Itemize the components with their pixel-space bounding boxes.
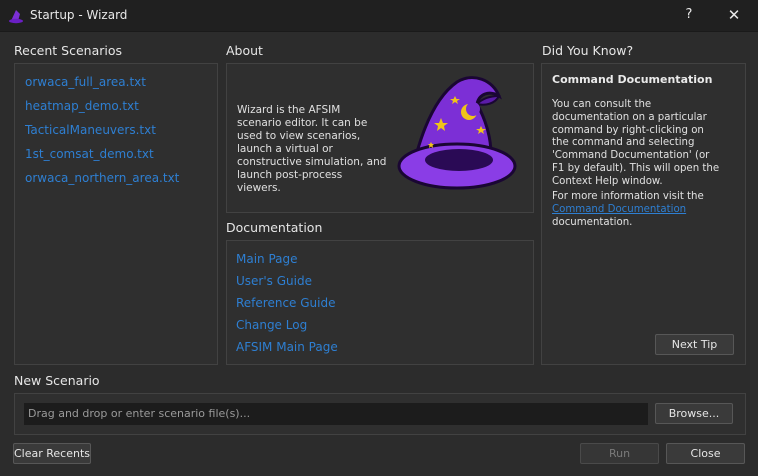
run-button[interactable]: Run [580, 443, 659, 464]
browse-button[interactable]: Browse... [655, 403, 733, 424]
recent-scenario-link[interactable]: TacticalManeuvers.txt [25, 123, 156, 137]
title-bar: Startup - Wizard ? ✕ [0, 0, 758, 32]
doc-link-afsim-main-page[interactable]: AFSIM Main Page [236, 340, 338, 354]
recent-scenario-link[interactable]: heatmap_demo.txt [25, 99, 139, 113]
doc-link-change-log[interactable]: Change Log [236, 318, 307, 332]
about-heading: About [226, 43, 263, 58]
help-button[interactable]: ? [680, 5, 698, 25]
recent-scenario-link[interactable]: orwaca_northern_area.txt [25, 171, 179, 185]
close-button[interactable]: Close [666, 443, 745, 464]
scenario-file-input[interactable]: Drag and drop or enter scenario file(s).… [24, 403, 648, 425]
recent-scenario-link[interactable]: orwaca_full_area.txt [25, 75, 146, 89]
wizard-hat-icon [9, 10, 23, 24]
tip-more-suffix: documentation. [552, 216, 633, 228]
doc-link-reference-guide[interactable]: Reference Guide [236, 296, 335, 310]
new-scenario-heading: New Scenario [14, 373, 100, 388]
window-title: Startup - Wizard [30, 8, 128, 22]
recent-scenario-link[interactable]: 1st_comsat_demo.txt [25, 147, 154, 161]
window-close-button[interactable]: ✕ [724, 5, 744, 25]
command-documentation-link[interactable]: Command Documentation [552, 204, 686, 215]
documentation-heading: Documentation [226, 220, 323, 235]
tip-title: Command Documentation [552, 73, 713, 86]
recent-scenarios-panel: orwaca_full_area.txt heatmap_demo.txt Ta… [14, 63, 218, 365]
next-tip-button[interactable]: Next Tip [655, 334, 734, 355]
tip-body: You can consult the documentation on a p… [552, 99, 720, 187]
tip-more-prefix: For more information visit the [552, 191, 704, 202]
wizard-hat-logo [397, 76, 517, 190]
documentation-panel: Main Page User's Guide Reference Guide C… [226, 240, 534, 365]
doc-link-main-page[interactable]: Main Page [236, 252, 298, 266]
about-panel: Wizard is the AFSIM scenario editor. It … [226, 63, 534, 213]
did-you-know-heading: Did You Know? [542, 43, 634, 58]
recent-scenarios-heading: Recent Scenarios [14, 43, 123, 58]
tips-panel: Command Documentation You can consult th… [541, 63, 746, 365]
tip-more-info: For more information visit the Command D… [552, 191, 727, 229]
about-text: Wizard is the AFSIM scenario editor. It … [237, 104, 387, 194]
clear-recents-button[interactable]: Clear Recents [13, 443, 91, 464]
doc-link-users-guide[interactable]: User's Guide [236, 274, 312, 288]
